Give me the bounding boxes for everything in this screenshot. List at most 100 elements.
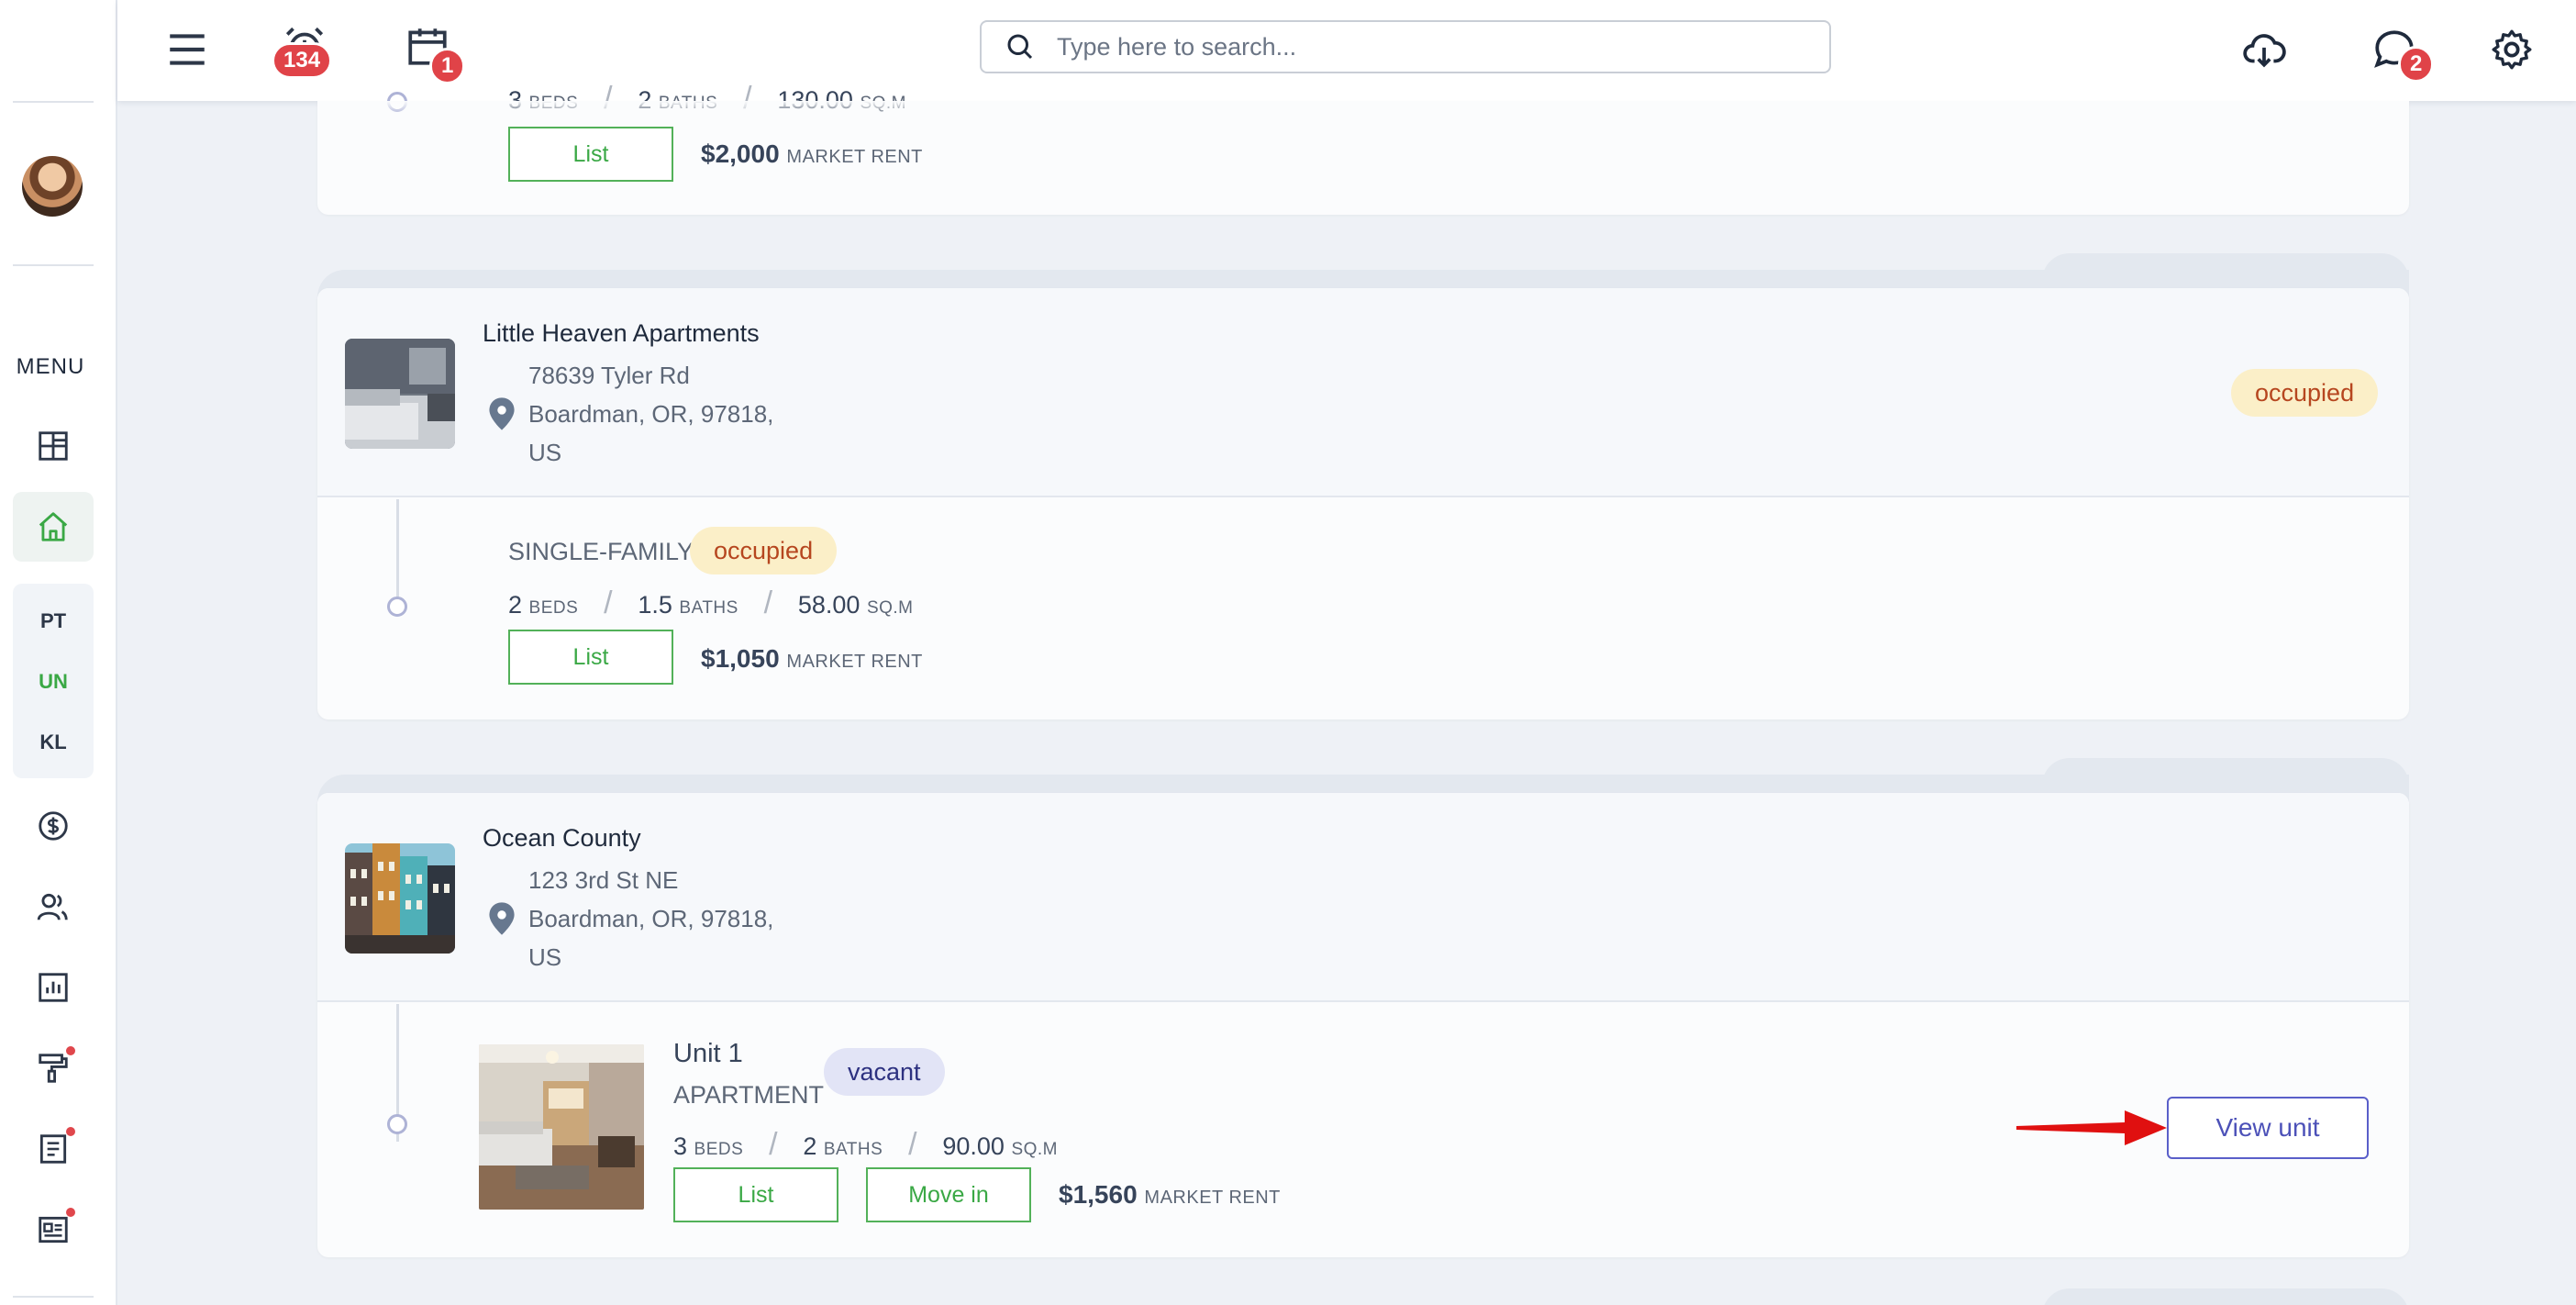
area-label: SQ.M <box>866 598 914 618</box>
card-tab <box>2042 253 2409 290</box>
sidebar-item-documents[interactable] <box>28 1123 79 1175</box>
beds-label: BEDS <box>694 1140 744 1159</box>
buildings-photo <box>345 843 455 954</box>
topbar: 134 1 2 <box>117 0 2576 101</box>
baths-label: BATHS <box>679 598 738 618</box>
dollar-circle-icon <box>39 811 68 841</box>
move-in-button[interactable]: Move in <box>866 1167 1031 1222</box>
address-city: Boardman, OR, 97818, <box>528 400 774 428</box>
sidebar-item-people[interactable] <box>28 881 79 932</box>
calendar-button[interactable]: 1 <box>402 20 466 84</box>
unit-type: SINGLE-FAMILY <box>508 538 694 565</box>
property-thumbnail <box>345 843 455 954</box>
area-label: SQ.M <box>1011 1140 1058 1159</box>
sidebar-item-dashboard[interactable] <box>28 420 79 472</box>
property-thumbnail <box>345 339 455 449</box>
unit-status-badge: occupied <box>690 527 838 574</box>
document-icon <box>39 1134 67 1164</box>
download-button[interactable] <box>2237 22 2292 77</box>
sidebar-subitem-un[interactable]: UN <box>13 670 94 694</box>
rent-label: MARKET RENT <box>786 147 923 167</box>
address-country: US <box>528 943 562 971</box>
living-room-photo <box>479 1044 644 1210</box>
list-button[interactable]: List <box>508 630 673 685</box>
rent-label: MARKET RENT <box>786 652 923 672</box>
market-rent: $1,560 MARKET RENT <box>1059 1180 1281 1210</box>
messages-badge: 2 <box>2398 46 2435 83</box>
unit-name[interactable]: Unit 1 <box>673 1039 743 1069</box>
cloud-download-icon <box>2243 34 2286 68</box>
list-button[interactable]: List <box>673 1167 838 1222</box>
card-tab <box>2042 758 2409 795</box>
alarm-badge: 134 <box>272 42 333 79</box>
search-bar <box>980 20 1831 73</box>
market-rent: $2,000 MARKET RENT <box>701 139 923 169</box>
unit-stats: 3 BEDS / 2 BATHS / 90.00 SQ.M <box>673 1127 1058 1162</box>
messages-button[interactable]: 2 <box>2367 22 2435 83</box>
view-unit-button[interactable]: View unit <box>2167 1097 2369 1159</box>
menu-label: MENU <box>16 354 85 379</box>
notification-dot <box>66 1208 75 1217</box>
sidebar-subgroup: PT UN KL <box>13 584 94 778</box>
sidebar-divider <box>13 1296 94 1298</box>
search-input[interactable] <box>1057 32 1809 61</box>
alarm-button[interactable]: 134 <box>272 20 333 79</box>
unit-type: APARTMENT <box>673 1081 825 1109</box>
scroll-fade <box>317 101 2409 116</box>
property-card: Little Heaven Apartments 78639 Tyler Rd … <box>317 288 2409 719</box>
list-button[interactable]: List <box>508 127 673 182</box>
address-country: US <box>528 439 562 466</box>
settings-button[interactable] <box>2484 22 2539 77</box>
home-icon <box>39 512 68 541</box>
search-icon <box>1007 34 1033 60</box>
rent-amount: $1,560 <box>1059 1180 1138 1209</box>
baths-value: 1.5 <box>638 591 672 619</box>
property-card: Ocean County 123 3rd St NE Boardman, OR,… <box>317 793 2409 1257</box>
sidebar-item-news[interactable] <box>28 1204 79 1255</box>
property-address: 78639 Tyler Rd Boardman, OR, 97818, US <box>528 356 773 472</box>
property-header[interactable]: Little Heaven Apartments 78639 Tyler Rd … <box>317 288 2409 497</box>
hamburger-menu-button[interactable] <box>161 24 213 75</box>
rent-amount: $1,050 <box>701 644 780 673</box>
beds-label: BEDS <box>528 598 579 618</box>
avatar[interactable] <box>22 156 83 217</box>
red-arrow-annotation <box>2016 1110 2167 1145</box>
dashboard-icon <box>39 431 68 461</box>
sidebar-subitem-kl[interactable]: KL <box>13 731 94 754</box>
property-header[interactable]: Ocean County 123 3rd St NE Boardman, OR,… <box>317 793 2409 1002</box>
sidebar: MENU PT UN KL <box>0 0 117 1305</box>
gear-icon <box>2492 29 2532 70</box>
address-city: Boardman, OR, 97818, <box>528 905 774 932</box>
hamburger-icon <box>170 34 205 65</box>
paint-roller-icon <box>39 1054 68 1083</box>
property-status-badge: occupied <box>2231 369 2379 417</box>
unit-thumbnail[interactable] <box>479 1044 644 1210</box>
users-icon <box>37 893 68 920</box>
property-name[interactable]: Ocean County <box>483 824 641 853</box>
location-pin-icon <box>489 902 515 935</box>
sidebar-item-finance[interactable] <box>28 800 79 852</box>
area-value: 58.00 <box>797 591 861 619</box>
baths-value: 2 <box>803 1132 817 1160</box>
rent-label: MARKET RENT <box>1144 1188 1281 1208</box>
sidebar-divider <box>13 101 94 103</box>
calendar-badge: 1 <box>429 48 466 84</box>
baths-label: BATHS <box>823 1140 883 1159</box>
beds-value: 3 <box>673 1132 688 1160</box>
timeline-dot <box>387 597 407 617</box>
beds-value: 2 <box>508 591 523 619</box>
property-name[interactable]: Little Heaven Apartments <box>483 319 760 348</box>
sidebar-item-maintenance[interactable] <box>28 1043 79 1094</box>
sidebar-item-reports[interactable] <box>28 962 79 1013</box>
sidebar-divider <box>13 264 94 266</box>
sidebar-item-properties[interactable] <box>13 492 94 562</box>
area-value: 90.00 <box>942 1132 1005 1160</box>
newspaper-icon <box>39 1216 68 1244</box>
unit-stats: 2 BEDS / 1.5 BATHS / 58.00 SQ.M <box>508 586 914 620</box>
unit-status-badge: vacant <box>824 1048 945 1096</box>
notification-dot <box>66 1127 75 1136</box>
notification-dot <box>66 1046 75 1055</box>
property-address: 123 3rd St NE Boardman, OR, 97818, US <box>528 861 773 976</box>
market-rent: $1,050 MARKET RENT <box>701 644 923 674</box>
sidebar-subitem-pt[interactable]: PT <box>13 609 94 633</box>
